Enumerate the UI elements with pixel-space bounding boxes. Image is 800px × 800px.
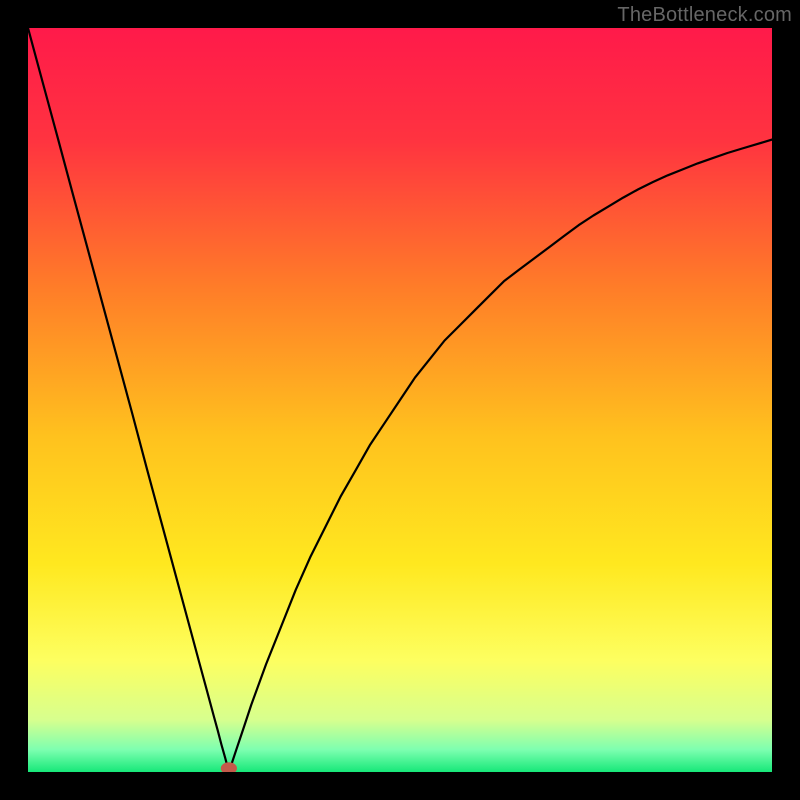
watermark-text: TheBottleneck.com <box>617 4 792 27</box>
chart-frame <box>28 28 772 772</box>
bottleneck-chart <box>28 28 772 772</box>
